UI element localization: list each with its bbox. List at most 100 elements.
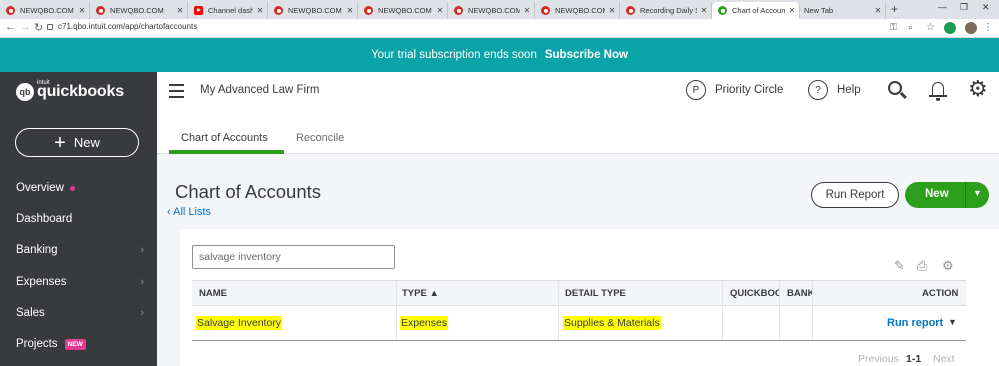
table-row[interactable]: Salvage Inventory Expenses Supplies & Ma…: [192, 306, 966, 341]
search-icon[interactable]: [886, 79, 908, 101]
split-divider: [965, 182, 966, 208]
all-lists-link[interactable]: ‹ All Lists: [167, 206, 211, 218]
more-menu-icon[interactable]: ⋮: [983, 22, 995, 34]
chevron-right-icon: ›: [140, 276, 144, 288]
pagination-next[interactable]: Next: [933, 353, 955, 365]
run-report-button[interactable]: Run Report: [811, 182, 899, 208]
settings-gear-icon[interactable]: ⚙: [968, 78, 988, 100]
column-header-quickbooks-balance[interactable]: QUICKBOOKS BALANCE: [730, 288, 780, 299]
table-settings-gear-icon[interactable]: ⚙: [942, 258, 954, 274]
close-icon[interactable]: ✕: [605, 6, 619, 15]
sidebar-item-expenses[interactable]: Expenses ›: [16, 276, 144, 288]
plus-icon: +: [54, 131, 66, 154]
quickbooks-logo[interactable]: qb intuit quickbooks: [16, 80, 124, 101]
priority-circle-icon: P: [686, 80, 706, 100]
tab-chart-of-accounts[interactable]: Chart of Accounts: [181, 132, 268, 144]
browser-tab[interactable]: NEWQBO.COM ✕: [0, 2, 90, 19]
url-input[interactable]: c71.qbo.intuit.com/app/chartofaccounts: [58, 22, 197, 31]
browser-tab-active[interactable]: Chart of Accounts ✕: [712, 2, 800, 19]
zoom-icon[interactable]: ⌕: [908, 22, 920, 34]
close-icon[interactable]: ✕: [75, 6, 89, 15]
new-account-split-button[interactable]: New ▼: [905, 182, 989, 208]
page-title: Chart of Accounts: [175, 181, 322, 202]
sidebar-item-label: Projects: [16, 338, 58, 350]
new-tab-icon[interactable]: +: [891, 2, 898, 16]
priority-circle-button[interactable]: P Priority Circle: [686, 80, 783, 100]
address-bar: ← → ↻ c71.qbo.intuit.com/app/chartofacco…: [0, 19, 999, 38]
action-caret-down-icon[interactable]: ▼: [948, 317, 957, 327]
close-icon[interactable]: ✕: [520, 6, 534, 15]
key-icon[interactable]: ⚿: [890, 22, 902, 34]
subscribe-now-link[interactable]: Subscribe Now: [545, 49, 628, 61]
trial-message: Your trial subscription ends soon: [371, 49, 537, 61]
close-window-icon[interactable]: ✕: [982, 2, 990, 13]
column-header-detail-type[interactable]: DETAIL TYPE: [565, 288, 626, 299]
browser-tab[interactable]: NEWQBO.COM ✕: [358, 2, 448, 19]
column-header-bank-balance[interactable]: BANK BALANCE: [787, 288, 813, 299]
sidebar-item-dashboard[interactable]: Dashboard: [16, 213, 144, 225]
avatar[interactable]: [965, 22, 977, 34]
forward-icon[interactable]: →: [20, 21, 31, 33]
browser-tab[interactable]: Recording Daily Sal ✕: [620, 2, 712, 19]
quickbooks-logo-icon: qb: [16, 83, 34, 101]
lock-icon: [47, 24, 53, 30]
column-header-name[interactable]: NAME: [199, 288, 227, 299]
tab-title: Chart of Accounts: [732, 6, 785, 15]
sidebar: qb intuit quickbooks + New Overview Dash…: [0, 72, 157, 366]
detail-type-cell: Supplies & Materials: [563, 316, 661, 330]
company-name: My Advanced Law Firm: [200, 84, 320, 96]
browser-tab[interactable]: NEWQBO.COM ✕: [268, 2, 358, 19]
help-button[interactable]: ? Help: [808, 80, 861, 100]
pagination-previous[interactable]: Previous: [858, 353, 899, 365]
close-icon[interactable]: ✕: [871, 6, 885, 15]
new-account-button[interactable]: New: [925, 188, 949, 200]
minimize-icon[interactable]: —: [938, 2, 947, 12]
column-header-action: ACTION: [922, 288, 959, 299]
sidebar-item-sales[interactable]: Sales ›: [16, 307, 144, 319]
help-label: Help: [837, 84, 861, 96]
edit-pencil-icon[interactable]: ✎: [894, 258, 905, 274]
close-icon[interactable]: ✕: [173, 6, 187, 15]
sidebar-item-projects[interactable]: Projects NEW: [16, 338, 144, 350]
intuit-label: intuit: [37, 80, 50, 86]
reload-icon[interactable]: ↻: [34, 21, 43, 34]
tab-title: NEWQBO.COM: [378, 6, 432, 15]
column-header-type[interactable]: TYPE ▲: [402, 288, 439, 299]
star-icon[interactable]: ☆: [926, 22, 938, 34]
notifications-bell-icon[interactable]: [929, 80, 947, 102]
browser-tab[interactable]: Channel dashboard ✕: [188, 2, 268, 19]
browser-tab[interactable]: NEWQBO.COM ✕: [448, 2, 535, 19]
tab-title: New Tab: [804, 6, 834, 15]
close-icon[interactable]: ✕: [253, 6, 267, 15]
hamburger-menu-icon[interactable]: [169, 84, 184, 102]
new-button[interactable]: + New: [15, 128, 139, 157]
back-icon[interactable]: ←: [5, 21, 16, 33]
close-icon[interactable]: ✕: [697, 6, 711, 15]
browser-tab[interactable]: New Tab ✕: [800, 2, 886, 19]
close-icon[interactable]: ✕: [433, 6, 447, 15]
browser-tab[interactable]: NEWQBO.COM ✕: [535, 2, 620, 19]
app-header: My Advanced Law Firm P Priority Circle ?…: [157, 72, 999, 112]
priority-circle-label: Priority Circle: [715, 84, 784, 96]
sidebar-item-overview[interactable]: Overview: [16, 182, 144, 194]
all-lists-label: All Lists: [173, 206, 212, 218]
restore-icon[interactable]: ❐: [960, 2, 968, 13]
print-icon[interactable]: ⎙: [917, 258, 927, 274]
browser-tab-strip: NEWQBO.COM ✕ NEWQBO.COM ✕ Channel dashbo…: [0, 0, 999, 19]
tab-title: NEWQBO.COM: [20, 6, 74, 15]
sidebar-item-label: Expenses: [16, 276, 67, 288]
tab-reconcile[interactable]: Reconcile: [296, 132, 344, 144]
close-icon[interactable]: ✕: [343, 6, 357, 15]
close-icon[interactable]: ✕: [785, 6, 799, 15]
browser-tab[interactable]: NEWQBO.COM ✕: [90, 2, 188, 19]
account-name-cell[interactable]: Salvage Inventory: [196, 316, 283, 330]
tab-title: NEWQBO.COM: [555, 6, 605, 15]
tab-title: Channel dashboard: [208, 6, 253, 15]
sidebar-item-banking[interactable]: Banking ›: [16, 244, 144, 256]
account-search-input[interactable]: [192, 245, 395, 269]
grammarly-extension-icon[interactable]: [944, 22, 956, 34]
caret-down-icon[interactable]: ▼: [973, 188, 982, 198]
qbo-favicon-icon: [96, 6, 105, 15]
sidebar-item-label: Banking: [16, 244, 58, 256]
run-report-link[interactable]: Run report: [887, 317, 943, 329]
